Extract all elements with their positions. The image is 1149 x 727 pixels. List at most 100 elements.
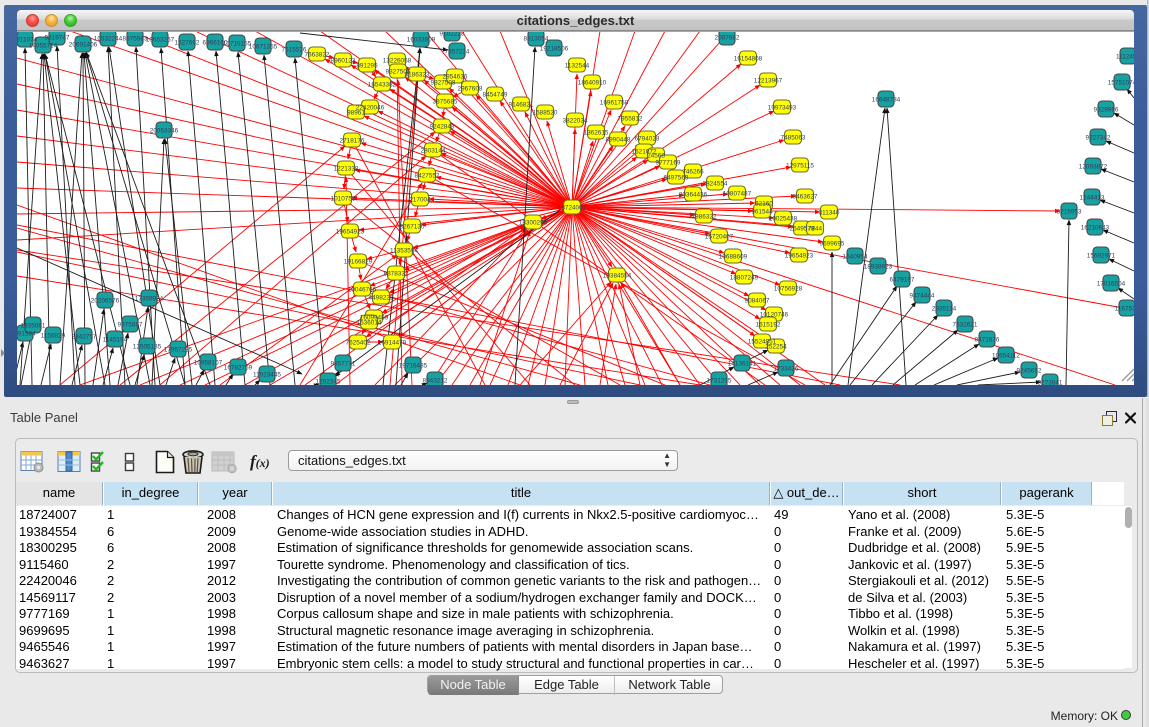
svg-text:6794028: 6794028	[635, 136, 660, 143]
svg-text:11923445: 11923445	[253, 372, 281, 379]
svg-text:2718176: 2718176	[340, 138, 365, 145]
svg-text:7485063: 7485063	[781, 135, 806, 142]
svg-text:1112454: 1112454	[1116, 54, 1134, 61]
svg-text:9699695: 9699695	[820, 241, 845, 248]
svg-text:10719155: 10719155	[223, 41, 252, 48]
svg-text:10654112: 10654112	[992, 353, 1020, 360]
svg-text:9619747: 9619747	[45, 35, 70, 42]
svg-text:13226058: 13226058	[383, 58, 412, 65]
svg-text:9975887: 9975887	[118, 322, 143, 329]
svg-text:9227342: 9227342	[1086, 135, 1111, 142]
svg-text:19384554: 19384554	[603, 273, 632, 280]
svg-text:12505135: 12505135	[133, 344, 162, 351]
svg-text:9273941: 9273941	[1038, 380, 1063, 386]
svg-text:1010755: 1010755	[331, 196, 356, 203]
svg-text:14055714: 14055714	[29, 43, 58, 50]
svg-text:19166829: 19166829	[344, 259, 373, 266]
svg-text:12093872: 12093872	[1079, 164, 1108, 171]
svg-text:16914479: 16914479	[378, 340, 407, 347]
svg-text:98961: 98961	[347, 110, 365, 117]
svg-text:8990448: 8990448	[606, 137, 631, 144]
svg-text:15692971: 15692971	[1087, 253, 1116, 260]
svg-text:1132544: 1132544	[565, 63, 590, 70]
svg-text:8267130: 8267130	[400, 224, 425, 231]
svg-text:7632621: 7632621	[953, 322, 978, 329]
svg-text:18640910: 18640910	[578, 80, 607, 87]
svg-text:3822034: 3822034	[563, 118, 588, 125]
svg-text:7986322: 7986322	[692, 214, 717, 221]
svg-text:1733426: 1733426	[774, 366, 799, 373]
svg-text:24568: 24568	[647, 153, 665, 160]
svg-text:16033809: 16033809	[407, 37, 436, 44]
svg-text:1615192: 1615192	[756, 322, 781, 329]
svg-text:10807487: 10807487	[723, 191, 752, 198]
svg-text:10688609: 10688609	[719, 254, 748, 261]
svg-text:1640954: 1640954	[843, 254, 868, 261]
svg-text:10025438: 10025438	[769, 216, 798, 223]
svg-text:10671355: 10671355	[249, 44, 278, 51]
svg-text:8943212: 8943212	[423, 378, 448, 385]
svg-text:2954636: 2954636	[443, 74, 468, 81]
svg-text:14136141: 14136141	[728, 361, 757, 368]
svg-text:6497568: 6497568	[664, 175, 689, 182]
svg-text:7663822: 7663822	[305, 52, 330, 59]
svg-text:8186323: 8186323	[405, 72, 430, 79]
svg-text:16961758: 16961758	[600, 100, 629, 107]
svg-text:12213967: 12213967	[754, 78, 783, 85]
svg-text:1167531: 1167531	[1115, 306, 1134, 313]
svg-text:746266: 746266	[682, 169, 704, 176]
svg-text:6479197: 6479197	[890, 277, 915, 284]
svg-text:4498222: 4498222	[369, 295, 394, 302]
svg-text:17359924: 17359924	[135, 296, 164, 303]
svg-text:7357224: 7357224	[445, 49, 470, 56]
svg-text:19654923: 19654923	[336, 229, 365, 236]
svg-text:9857771: 9857771	[331, 361, 356, 368]
svg-text:2087682: 2087682	[715, 35, 740, 42]
svg-text:8878332: 8878332	[384, 271, 409, 278]
svg-text:10046766: 10046766	[348, 287, 377, 294]
svg-text:3215953: 3215953	[1057, 209, 1082, 216]
svg-text:12975115: 12975115	[786, 163, 814, 170]
svg-text:2967608: 2967608	[458, 86, 483, 93]
svg-text:19218506: 19218506	[540, 46, 569, 53]
svg-text:7515526: 7515526	[282, 47, 307, 54]
svg-text:311340: 311340	[819, 210, 840, 217]
svg-text:10973493: 10973493	[768, 105, 797, 112]
svg-text:3824554: 3824554	[703, 181, 728, 188]
svg-text:1835061: 1835061	[21, 323, 46, 330]
svg-text:1244413: 1244413	[1080, 195, 1105, 202]
svg-text:15720407: 15720407	[705, 234, 734, 241]
svg-text:9777169: 9777169	[656, 160, 681, 167]
svg-text:16648784: 16648784	[872, 97, 901, 104]
svg-text:10756928: 10756928	[774, 286, 803, 293]
svg-text:16782759: 16782759	[224, 365, 253, 372]
svg-text:20691406: 20691406	[69, 42, 98, 49]
svg-text:1292345: 1292345	[316, 379, 341, 386]
svg-text:9463627: 9463627	[793, 194, 818, 201]
svg-text:62160: 62160	[755, 201, 773, 208]
svg-text:1221338: 1221338	[334, 166, 359, 173]
svg-text:1536014: 1536014	[357, 320, 382, 327]
svg-text:2942757: 2942757	[72, 334, 97, 341]
svg-text:9146821: 9146821	[509, 102, 534, 109]
svg-text:1527602: 1527602	[175, 40, 200, 47]
svg-text:8960123: 8960123	[331, 58, 356, 65]
svg-text:252254: 252254	[765, 344, 787, 351]
svg-text:10653267: 10653267	[146, 37, 175, 44]
svg-text:1145194: 1145194	[103, 337, 128, 344]
svg-text:1362615: 1362615	[584, 130, 609, 137]
svg-text:20053346: 20053346	[150, 128, 179, 135]
svg-text:18938923: 18938923	[864, 264, 893, 271]
svg-text:9329966: 9329966	[1094, 107, 1119, 114]
svg-text:9242848: 9242848	[430, 124, 455, 131]
svg-text:10958107: 10958107	[194, 360, 223, 367]
svg-text:18807249: 18807249	[730, 275, 759, 282]
svg-text:217004: 217004	[409, 197, 431, 204]
svg-text:20206576: 20206576	[91, 298, 120, 305]
svg-text:9474444: 9474444	[910, 293, 935, 300]
svg-text:11353594: 11353594	[390, 248, 418, 255]
svg-text:18300295: 18300295	[519, 220, 548, 227]
svg-text:961544: 961544	[751, 209, 773, 216]
svg-text:19654923: 19654923	[785, 253, 814, 260]
svg-text:891295: 891295	[356, 63, 378, 70]
